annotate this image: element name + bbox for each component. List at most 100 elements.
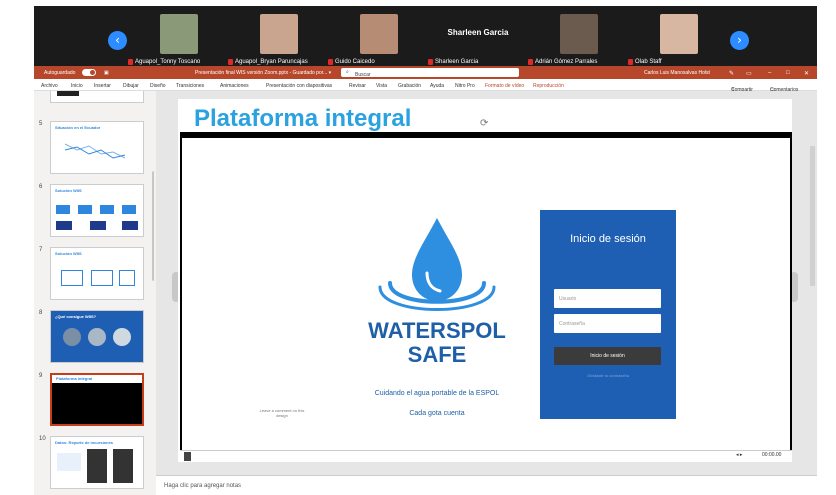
- tab-inicio[interactable]: Inicio: [71, 83, 83, 89]
- thumbnail-chart: [64, 143, 126, 159]
- tab-nitro-pro[interactable]: Nitro Pro: [455, 83, 475, 89]
- editor-scrollbar[interactable]: [810, 146, 815, 286]
- slide-title[interactable]: Plataforma integral: [194, 105, 411, 133]
- document-title[interactable]: Presentación final WIS versión Zoom.pptx…: [195, 70, 331, 76]
- minimize-icon[interactable]: –: [768, 70, 771, 76]
- chevron-right-icon[interactable]: ›: [730, 31, 749, 50]
- chevron-left-icon[interactable]: ‹: [108, 31, 127, 50]
- slide-number: 6: [39, 184, 43, 190]
- participant-strip: ‹ Aguapol_Tonny Toscano Aguapol_Bryan Pa…: [34, 6, 817, 66]
- participant-tile[interactable]: Aguapol_Bryan Paruncajas: [228, 14, 328, 66]
- participant-name: Olab Staff: [635, 59, 662, 65]
- slide-thumbnail[interactable]: Solución WIIS: [50, 247, 144, 300]
- slide-number: 5: [39, 121, 43, 127]
- tab-insertar[interactable]: Insertar: [94, 83, 111, 89]
- participant-name: Aguapol_Bryan Paruncajas: [235, 59, 308, 65]
- thumbnails-scrollbar[interactable]: [152, 171, 154, 281]
- slide-number: 7: [39, 247, 43, 253]
- username-field: Usuario: [554, 289, 661, 308]
- tab-presentacion[interactable]: Presentación con diapositivas: [266, 83, 332, 89]
- slide-thumbnail[interactable]: ¿Qué consigue WIIS?: [50, 310, 144, 363]
- close-icon[interactable]: ✕: [804, 70, 809, 77]
- tab-reproduccion[interactable]: Reproducción: [533, 83, 564, 89]
- slide-thumbnail-active[interactable]: Plataforma integral: [50, 373, 144, 426]
- brand-name-line1: WATERSPOL: [368, 318, 506, 343]
- participant-tile[interactable]: Aguapol_Tonny Toscano: [128, 14, 228, 66]
- mic-muted-icon: [628, 59, 633, 65]
- participant-name: Guido Caicedo: [335, 59, 375, 65]
- tab-dibujar[interactable]: Dibujar: [123, 83, 139, 89]
- brand-name-line2: SAFE: [407, 342, 467, 367]
- rotate-handle-icon[interactable]: ⟳: [480, 118, 488, 129]
- slide-thumbnail[interactable]: Solución WIIS: [50, 184, 144, 237]
- thumbnail-title: Datos: Reporte de incursiones: [55, 440, 114, 445]
- participant-name: Adrián Gómez Parrales: [535, 59, 598, 65]
- autosave-label: Autoguardado: [44, 70, 76, 76]
- thumbnail-title: Solución WIIS: [55, 251, 82, 256]
- tab-diseno[interactable]: Diseño: [150, 83, 166, 89]
- participant-tile[interactable]: Adrián Gómez Parrales: [528, 14, 628, 66]
- mic-muted-icon: [428, 59, 433, 65]
- tab-ayuda[interactable]: Ayuda: [430, 83, 444, 89]
- slide-thumbnail[interactable]: Situación en el Ecuador: [50, 121, 144, 174]
- pen-icon[interactable]: ✎: [729, 70, 734, 77]
- notes-placeholder: Haga clic para agregar notas: [164, 483, 242, 489]
- participant-video: [160, 14, 198, 54]
- thumbnail-title: ¿Qué consigue WIIS?: [55, 314, 97, 319]
- comment-hint: Leave a comment on this design: [259, 408, 305, 418]
- mic-muted-icon: [528, 59, 533, 65]
- slide-thumbnails-pane: 5 Situación en el Ecuador 6 Solución WII…: [34, 91, 154, 495]
- user-name[interactable]: Carlos Luis Manosalvas Holst: [644, 70, 710, 76]
- embedded-video[interactable]: WATERSPOL SAFE Cuidando el agua portable…: [180, 132, 792, 462]
- participant-tile[interactable]: Olab Staff: [628, 14, 728, 66]
- slide-number: 9: [39, 373, 43, 379]
- tab-vista[interactable]: Vista: [376, 83, 387, 89]
- maximize-icon[interactable]: □: [786, 70, 790, 76]
- slide-canvas[interactable]: Plataforma integral ⟳ WATERSPOL SAFE Cui…: [178, 99, 792, 462]
- participant-video: [360, 14, 398, 54]
- login-panel: Inicio de sesión Usuario Contraseña Inic…: [540, 210, 676, 419]
- save-icon[interactable]: ▣: [104, 70, 109, 76]
- water-drop-icon: [378, 218, 496, 311]
- participant-video: [260, 14, 298, 54]
- slide-thumbnail[interactable]: Datos: Reporte de incursiones: [50, 436, 144, 489]
- screen: ‹ Aguapol_Tonny Toscano Aguapol_Bryan Pa…: [0, 0, 836, 495]
- tab-formato-video[interactable]: Formato de vídeo: [485, 83, 524, 89]
- slide-thumbnail[interactable]: [50, 91, 144, 103]
- video-time: 00:00.00: [762, 452, 782, 458]
- password-field: Contraseña: [554, 314, 661, 333]
- participant-video: [660, 14, 698, 54]
- slide-number: 10: [39, 436, 46, 442]
- tab-archivo[interactable]: Archivo: [41, 83, 58, 89]
- mic-muted-icon: [228, 59, 233, 65]
- tab-revisar[interactable]: Revisar: [349, 83, 366, 89]
- search-placeholder: Buscar: [355, 72, 371, 78]
- slide-number: 8: [39, 310, 43, 316]
- mic-muted-icon: [128, 59, 133, 65]
- play-icon[interactable]: [184, 452, 191, 461]
- title-bar: Autoguardado ▣ Presentación final WIS ve…: [34, 66, 817, 79]
- autosave-toggle[interactable]: [82, 69, 96, 76]
- ribbon-display-icon[interactable]: ▭: [746, 70, 752, 77]
- login-button: Inicio de sesión: [554, 347, 661, 365]
- tab-animaciones[interactable]: Animaciones: [220, 83, 249, 89]
- thumbnail-video: [52, 383, 142, 424]
- playback-controls-icon[interactable]: ◂ ▸: [736, 452, 742, 458]
- thumbnail-title: Plataforma integral: [56, 376, 93, 381]
- participant-tile[interactable]: Sharleen Garcia Sharleen Garcia: [428, 14, 528, 66]
- login-title: Inicio de sesión: [570, 233, 646, 245]
- tab-transiciones[interactable]: Transiciones: [176, 83, 204, 89]
- thumbnail-image: [57, 91, 79, 96]
- tagline-secondary: Cada gota cuenta: [409, 410, 465, 417]
- video-playback-bar: ◂ ▸ 00:00.00: [180, 450, 792, 462]
- tab-grabacion[interactable]: Grabación: [398, 83, 421, 89]
- ribbon-tabs: Archivo Inicio Insertar Dibujar Diseño T…: [34, 79, 817, 93]
- participant-video: [560, 14, 598, 54]
- participant-name: Aguapol_Tonny Toscano: [135, 59, 201, 65]
- notes-pane[interactable]: Haga clic para agregar notas: [156, 475, 817, 495]
- participant-name-large: Sharleen Garcia: [447, 28, 509, 37]
- tagline: Cuidando el agua portable de la ESPOL: [374, 390, 500, 397]
- participant-tile[interactable]: Guido Caicedo: [328, 14, 428, 66]
- search-input[interactable]: ⌕ Buscar: [341, 68, 519, 78]
- thumbnail-title: Solución WIIS: [55, 188, 82, 193]
